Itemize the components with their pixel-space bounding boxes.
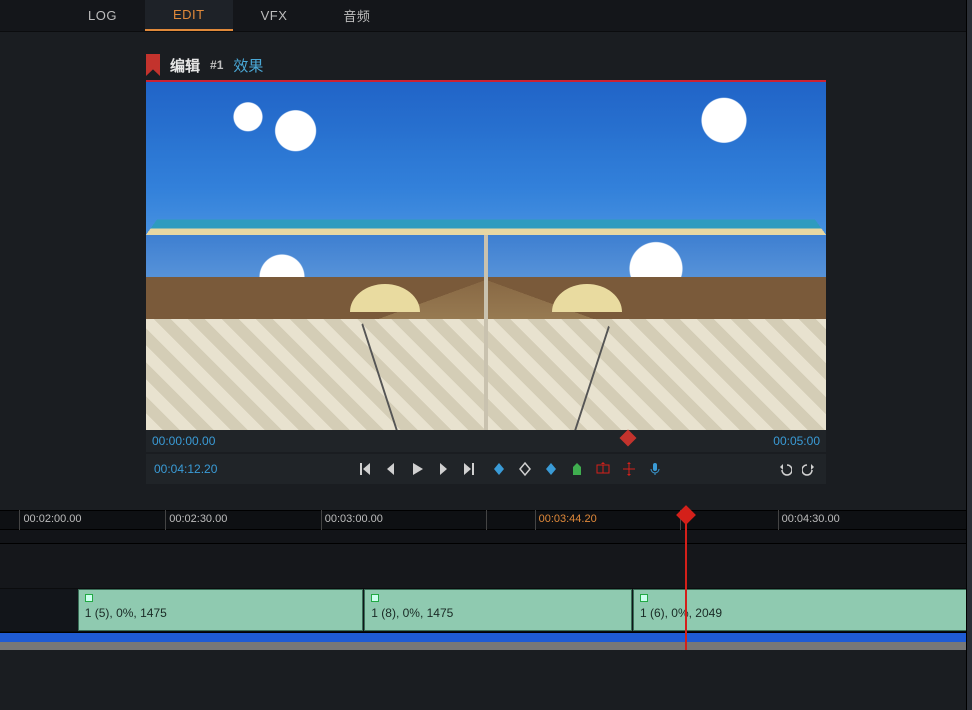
video-track[interactable]: 1 (5), 0%, 1475 1 (8), 0%, 1475 1 (6), 0%,… (0, 588, 972, 632)
clip-marker-icon (85, 594, 93, 602)
top-tabs: LOG EDIT VFX 音频 (0, 0, 972, 32)
clip[interactable]: 1 (6), 0%, 2049 (633, 589, 972, 631)
go-end-icon[interactable] (461, 461, 477, 477)
go-start-icon[interactable] (357, 461, 373, 477)
ruler-tick[interactable]: 00:02:30.00 (165, 511, 231, 527)
bookmark-icon (146, 54, 160, 76)
track-area: 1 (5), 0%, 1475 1 (8), 0%, 1475 1 (6), 0%,… (0, 544, 972, 650)
transport-bar: 00:04:12.20 (146, 454, 826, 484)
insert-icon[interactable] (621, 461, 637, 477)
viewer-title: 编辑 #1 效果 (146, 54, 826, 76)
timeline-ruler-strip[interactable] (0, 530, 972, 544)
marker-green-icon[interactable] (569, 461, 585, 477)
viewer-title-fx[interactable]: 效果 (233, 55, 263, 76)
step-back-icon[interactable] (383, 461, 399, 477)
marker-controls (491, 461, 663, 477)
clip-label: 1 (6), 0%, 2049 (640, 606, 965, 620)
preview-monitor[interactable] (146, 80, 826, 430)
ruler-tick[interactable] (486, 511, 494, 515)
track-empty[interactable] (0, 544, 972, 588)
clip[interactable]: 1 (8), 0%, 1475 (364, 589, 632, 631)
mini-scrub-bar[interactable]: 00:00:00.00 00:05:00 (146, 430, 826, 452)
viewer-title-number: #1 (210, 58, 223, 72)
marker-out-icon[interactable] (543, 461, 559, 477)
clip-marker-icon (371, 594, 379, 602)
range-bar-gray[interactable] (0, 642, 972, 650)
transport-timecode: 00:04:12.20 (154, 462, 244, 476)
tab-audio[interactable]: 音频 (315, 0, 398, 31)
range-bar-blue[interactable] (0, 632, 972, 642)
ruler-tick[interactable]: 00:03:00.00 (321, 511, 387, 527)
clip[interactable]: 1 (5), 0%, 1475 (78, 589, 364, 631)
ruler-tick[interactable]: 00:03:44.20 (535, 511, 601, 527)
right-scrollbar[interactable] (966, 0, 972, 710)
scrub-start-tc: 00:00:00.00 (152, 434, 215, 448)
undo-icon[interactable] (776, 461, 792, 477)
play-icon[interactable] (409, 461, 425, 477)
scrub-end-tc: 00:05:00 (773, 434, 820, 448)
mic-icon[interactable] (647, 461, 663, 477)
marker-empty-icon[interactable] (517, 461, 533, 477)
viewer-title-main: 编辑 (170, 55, 200, 76)
tab-log[interactable]: LOG (60, 0, 145, 31)
undo-redo (776, 461, 818, 477)
viewer-area: 编辑 #1 效果 00:00:00.00 00:05:00 00:04:12.2… (0, 54, 972, 484)
tab-edit[interactable]: EDIT (145, 0, 233, 31)
marker-in-icon[interactable] (491, 461, 507, 477)
clip-marker-icon (640, 594, 648, 602)
scrub-playhead-icon[interactable] (620, 430, 637, 447)
timeline: 00:02:00.00 00:02:30.00 00:03:00.00 00:03:4… (0, 510, 972, 650)
ruler-tick[interactable]: 00:02:00.00 (19, 511, 85, 527)
timeline-ruler[interactable]: 00:02:00.00 00:02:30.00 00:03:00.00 00:03:4… (0, 510, 972, 530)
clip-label: 1 (8), 0%, 1475 (371, 606, 625, 620)
tab-vfx[interactable]: VFX (233, 0, 316, 31)
playback-controls (357, 461, 477, 477)
ruler-tick[interactable]: 00:04:30.00 (778, 511, 844, 527)
step-forward-icon[interactable] (435, 461, 451, 477)
redo-icon[interactable] (802, 461, 818, 477)
clip-label: 1 (5), 0%, 1475 (85, 606, 357, 620)
timeline-playhead[interactable] (685, 508, 687, 650)
overwrite-icon[interactable] (595, 461, 611, 477)
